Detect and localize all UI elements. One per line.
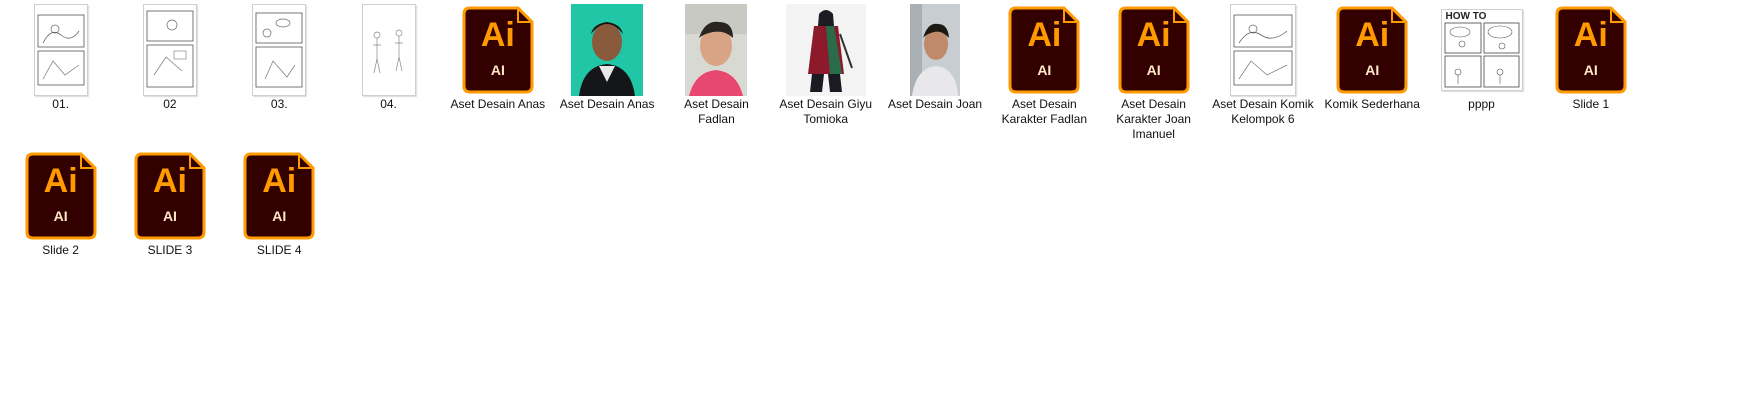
file-name: Slide 1 (1572, 97, 1610, 111)
file-item-komik-sederhana[interactable]: Ai AI Komik Sederhana (1318, 4, 1427, 150)
file-grid: 01. 02 03. 04. Ai AI Aset Desain Anas As… (6, 4, 1746, 296)
illustrator-file-icon: Ai AI (231, 150, 327, 242)
comic-thumbnail: HOW TO (1434, 4, 1530, 96)
sketch-thumbnail (1215, 4, 1311, 96)
illustrator-file-icon: Ai AI (122, 150, 218, 242)
ai-big-text: Ai (1573, 16, 1608, 54)
file-item-slide-3[interactable]: Ai AI SLIDE 3 (115, 150, 224, 296)
sketch-thumbnail (13, 4, 109, 96)
ai-big-text: Ai (480, 16, 515, 54)
file-name: Aset Desain Anas (559, 97, 655, 111)
file-item-aset-desain-fadlan[interactable]: Aset Desain Fadlan (662, 4, 771, 150)
file-item-slide-1[interactable]: Ai AI Slide 1 (1536, 4, 1645, 150)
file-name: SLIDE 3 (147, 243, 193, 257)
file-item-04[interactable]: 04. (334, 4, 443, 150)
ai-small-text: AI (1365, 62, 1380, 78)
file-item-aset-desain-karakter-joan-imanuel[interactable]: Ai AI Aset Desain Karakter Joan Imanuel (1099, 4, 1208, 150)
ai-small-text: AI (1583, 62, 1598, 78)
file-name: Aset Desain Karakter Fadlan (1001, 97, 1087, 126)
file-item-pppp[interactable]: HOW TO pppp (1427, 4, 1536, 150)
file-name: pppp (1468, 97, 1495, 111)
illustrator-file-icon: Ai AI (13, 150, 109, 242)
illustrator-file-icon: Ai AI (1324, 4, 1420, 96)
file-item-aset-desain-giyu-tomioka[interactable]: Aset Desain Giyu Tomioka (771, 4, 880, 150)
illustrator-file-icon: Ai AI (1543, 4, 1639, 96)
file-name: Komik Sederhana (1324, 97, 1420, 111)
file-item-aset-desain-joan[interactable]: Aset Desain Joan (880, 4, 989, 150)
file-name: 02 (163, 97, 177, 111)
ai-small-text: AI (162, 208, 177, 224)
file-name: 03. (270, 97, 288, 111)
file-name: Aset Desain Komik Kelompok 6 (1212, 97, 1314, 126)
file-item-02[interactable]: 02 (115, 4, 224, 150)
file-name: Aset Desain Fadlan (684, 97, 749, 126)
file-item-03[interactable]: 03. (225, 4, 334, 150)
ai-big-text: Ai (1027, 16, 1062, 54)
ai-big-text: Ai (1136, 16, 1171, 54)
illustrator-file-icon: Ai AI (996, 4, 1092, 96)
file-name: Slide 2 (42, 243, 79, 257)
file-name: Aset Desain Anas (450, 97, 546, 111)
file-item-aset-desain-karakter-fadlan[interactable]: Ai AI Aset Desain Karakter Fadlan (990, 4, 1099, 150)
photo-thumbnail (887, 4, 983, 96)
file-item-aset-desain-komik-kelompok-6[interactable]: Aset Desain Komik Kelompok 6 (1208, 4, 1317, 150)
photo-thumbnail (559, 4, 655, 96)
sketch-thumbnail (122, 4, 218, 96)
file-item-01[interactable]: 01. (6, 4, 115, 150)
ai-small-text: AI (272, 208, 287, 224)
file-name: Aset Desain Giyu Tomioka (779, 97, 873, 126)
ai-small-text: AI (53, 208, 68, 224)
ai-big-text: Ai (152, 162, 187, 200)
file-item-slide-4[interactable]: Ai AI SLIDE 4 (225, 150, 334, 296)
ai-big-text: Ai (1355, 16, 1390, 54)
illustrator-file-icon: Ai AI (450, 4, 546, 96)
photo-thumbnail (778, 4, 874, 96)
illustrator-file-icon: Ai AI (1106, 4, 1202, 96)
file-name: 04. (380, 97, 397, 111)
file-item-aset-desain-anas-ai[interactable]: Ai AI Aset Desain Anas (443, 4, 552, 150)
file-name: Aset Desain Karakter Joan Imanuel (1116, 97, 1191, 141)
ai-big-text: Ai (262, 162, 297, 200)
file-item-aset-desain-anas-photo[interactable]: Aset Desain Anas (552, 4, 661, 150)
file-name: 01. (52, 97, 69, 111)
ai-small-text: AI (490, 62, 505, 78)
photo-thumbnail (668, 4, 764, 96)
file-name: SLIDE 4 (256, 243, 302, 257)
file-item-slide-2[interactable]: Ai AI Slide 2 (6, 150, 115, 296)
file-name: Aset Desain Joan (887, 97, 983, 111)
sketch-thumbnail (231, 4, 327, 96)
ai-big-text: Ai (43, 162, 78, 200)
sketch-thumbnail (341, 4, 437, 96)
ai-small-text: AI (1146, 62, 1161, 78)
ai-small-text: AI (1037, 62, 1052, 78)
